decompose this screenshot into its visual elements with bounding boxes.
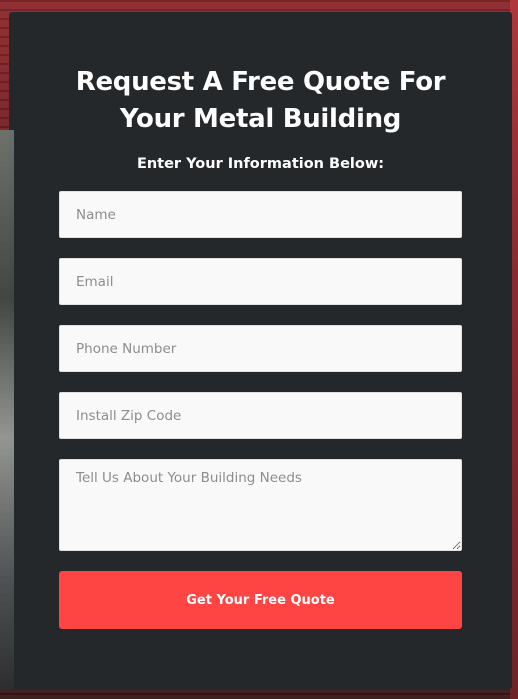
quote-form: Get Your Free Quote	[59, 191, 462, 629]
install-zip-code-field[interactable]	[59, 392, 462, 439]
quote-form-card: Request A Free Quote For Your Metal Buil…	[9, 12, 512, 689]
phone-number-field[interactable]	[59, 325, 462, 372]
page-background: Request A Free Quote For Your Metal Buil…	[0, 0, 518, 699]
form-subtitle: Enter Your Information Below:	[136, 156, 385, 172]
get-free-quote-button[interactable]: Get Your Free Quote	[59, 571, 462, 629]
name-field[interactable]	[59, 191, 462, 238]
email-field[interactable]	[59, 258, 462, 305]
form-title: Request A Free Quote For Your Metal Buil…	[75, 67, 446, 134]
building-needs-textarea[interactable]	[59, 459, 462, 551]
